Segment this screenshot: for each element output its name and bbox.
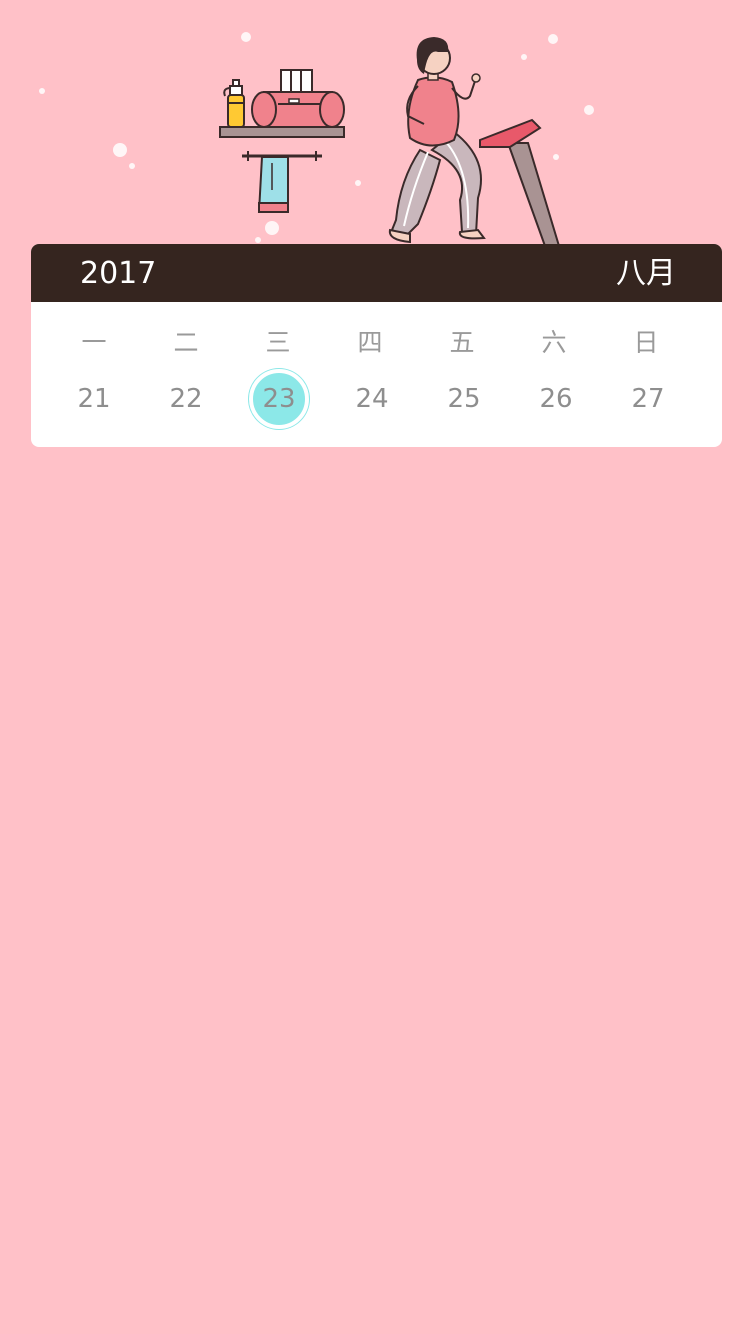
fitness-illustration [39, 32, 594, 248]
shelf-icon [219, 126, 345, 138]
day-21[interactable]: 21 [64, 384, 124, 414]
year-label: 2017 [80, 256, 157, 291]
weekday-label-tue: 二 [173, 328, 199, 357]
calendar-header: 2017 八月 [31, 244, 722, 302]
weekday-label-thu: 四 [357, 328, 383, 357]
day-25[interactable]: 25 [434, 384, 494, 414]
weekday-label-sun: 日 [633, 328, 659, 357]
month-label: 八月 [616, 256, 676, 291]
towel-icon [242, 151, 322, 213]
day-24[interactable]: 24 [342, 384, 402, 414]
weekday-label-mon: 一 [81, 328, 107, 357]
weekday-label-fri: 五 [449, 328, 475, 357]
day-22[interactable]: 22 [156, 384, 216, 414]
day-27[interactable]: 27 [618, 384, 678, 414]
day-26[interactable]: 26 [526, 384, 586, 414]
calendar-card: 2017 八月 一 二 三 四 五 六 日 21 22 23 24 25 26 … [31, 244, 722, 447]
weekday-label-wed: 三 [265, 328, 291, 357]
weekday-label-sat: 六 [541, 328, 567, 357]
treadmill-runner-icon [388, 37, 486, 244]
foam-roller-icon [251, 69, 345, 128]
day-23-selected[interactable]: 23 [249, 384, 309, 414]
water-bottle-icon [223, 79, 245, 128]
